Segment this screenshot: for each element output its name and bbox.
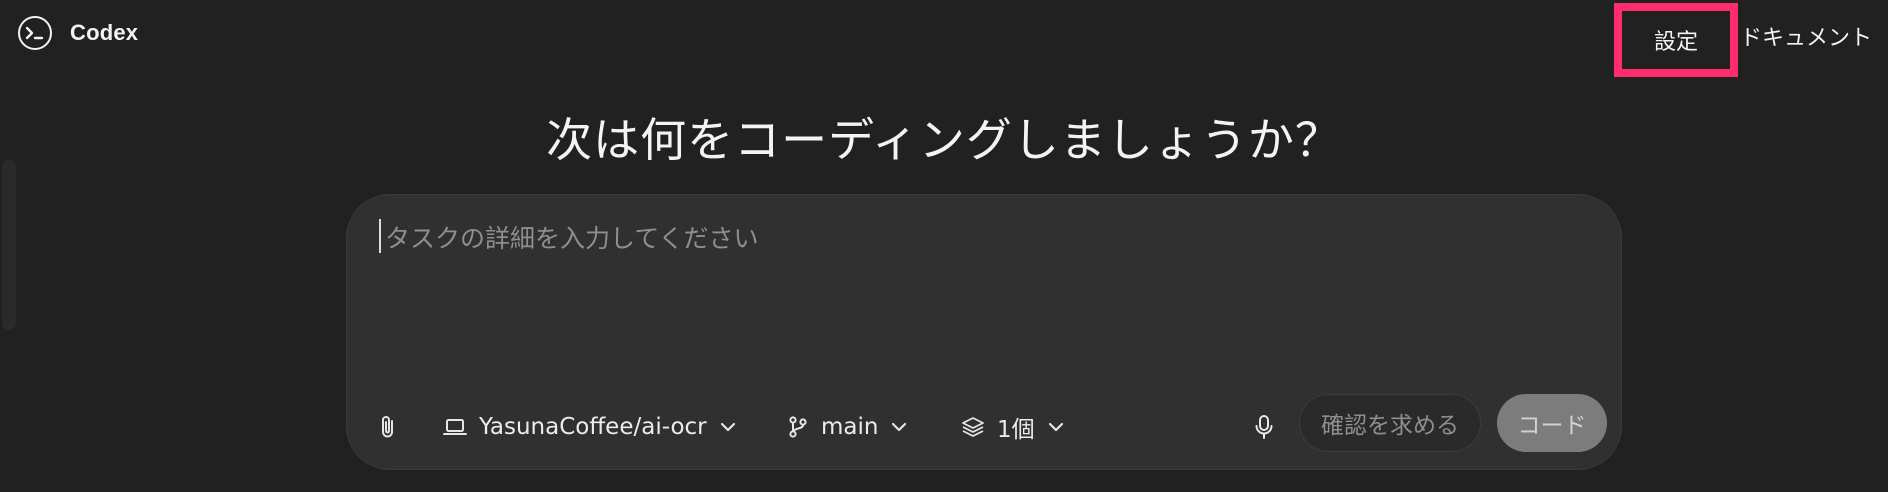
repo-label: YasunaCoffee/ai-ocr — [479, 414, 707, 440]
settings-link[interactable]: 設定 — [1614, 3, 1738, 77]
ask-confirm-button[interactable]: 確認を求める — [1299, 394, 1481, 452]
code-button-label: コード — [1517, 413, 1587, 439]
sidebar-scrollbar[interactable] — [2, 160, 16, 330]
task-composer: YasunaCoffee/ai-ocr main — [346, 194, 1622, 470]
versions-selector[interactable]: 1個 — [961, 395, 1065, 459]
microphone-icon — [1253, 413, 1275, 441]
chevron-down-icon — [1047, 421, 1065, 433]
chevron-down-icon — [719, 421, 737, 433]
git-branch-icon — [787, 415, 809, 439]
repo-selector[interactable]: YasunaCoffee/ai-ocr — [443, 395, 737, 459]
brand-name: Codex — [70, 20, 139, 45]
brand[interactable]: Codex — [18, 16, 138, 50]
code-button[interactable]: コード — [1497, 394, 1607, 452]
ask-confirm-label: 確認を求める — [1321, 413, 1459, 439]
voice-input-button[interactable] — [1253, 395, 1275, 459]
paperclip-icon — [377, 413, 399, 441]
chevron-down-icon — [890, 421, 908, 433]
task-input[interactable] — [379, 219, 1585, 253]
laptop-icon — [443, 417, 467, 437]
settings-link-label: 設定 — [1653, 30, 1698, 55]
docs-link[interactable]: ドキュメント — [1740, 20, 1872, 52]
attach-button[interactable] — [377, 395, 399, 459]
codex-page: Codex 設定 ドキュメント 次は何をコーディングしましょうか？ タスクの詳細… — [0, 0, 1888, 492]
layers-icon — [961, 416, 985, 438]
branch-label: main — [821, 414, 879, 440]
versions-label: 1個 — [997, 417, 1035, 443]
branch-selector[interactable]: main — [787, 395, 908, 459]
page-title: 次は何をコーディングしましょうか？ — [546, 113, 1342, 167]
terminal-logo-icon — [18, 16, 52, 50]
